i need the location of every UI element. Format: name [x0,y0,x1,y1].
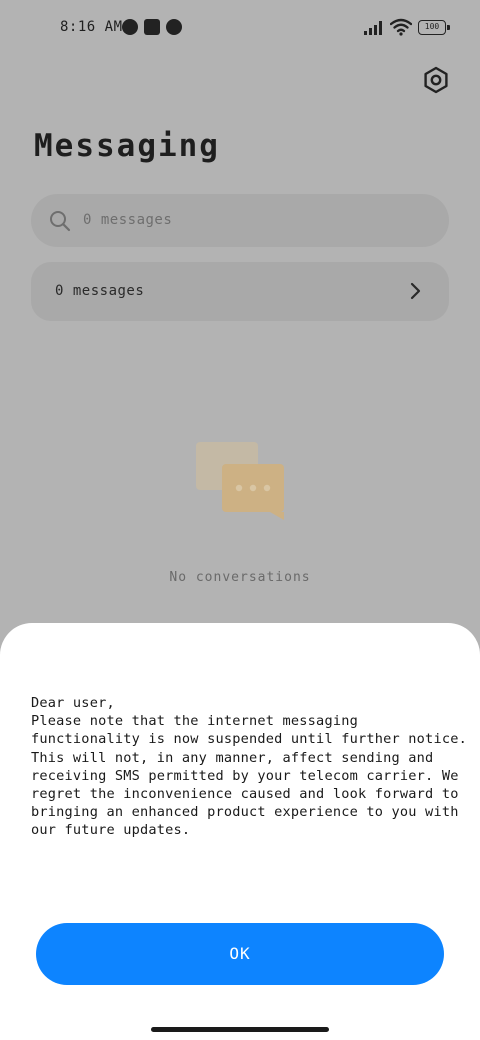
messages-row-label: 0 messages [55,283,145,299]
home-indicator[interactable] [151,1027,329,1032]
settings-icon[interactable] [422,66,450,94]
search-input[interactable]: 0 messages [31,194,449,247]
ok-button[interactable]: OK [36,923,444,985]
chat-bubbles-icon [196,442,284,520]
dialog-message: Dear user, Please note that the internet… [31,695,467,839]
notification-icon [122,19,138,35]
page-title: Messaging [34,128,220,164]
square-notification-icon [144,19,160,35]
messages-row[interactable]: 0 messages [31,262,449,321]
wifi-icon [390,18,412,36]
search-icon [50,211,71,232]
empty-state-text: No conversations [169,570,311,585]
notice-dialog: Dear user, Please note that the internet… [0,623,480,1040]
signal-icon [364,21,382,35]
search-placeholder: 0 messages [83,212,173,228]
battery-level: 100 [418,20,446,35]
status-bar: 8:16 AM 100 [0,0,480,56]
status-time: 8:16 AM [60,19,123,35]
notification-icon [166,19,182,35]
chevron-right-icon [410,282,421,300]
battery-icon: 100 [418,20,450,35]
